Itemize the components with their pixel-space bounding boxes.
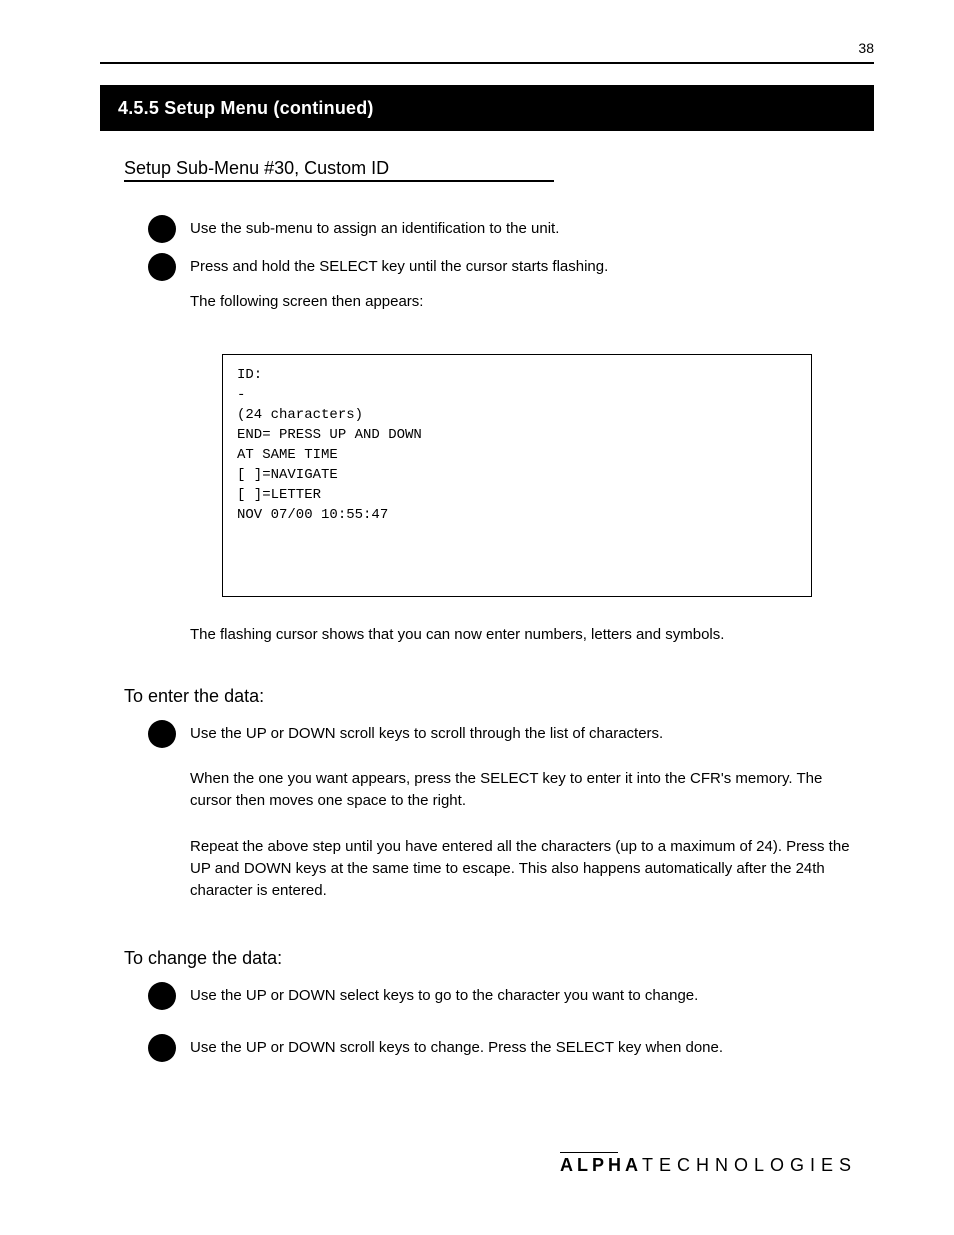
sub-text: The following screen then appears: bbox=[190, 291, 858, 313]
bullet-icon bbox=[148, 720, 176, 748]
section-bar: 4.5.5 Setup Menu (continued) bbox=[100, 85, 874, 131]
footer-logo: ALPHATECHNOLOGIES bbox=[560, 1152, 880, 1176]
bullet-text: Press and hold the SELECT key until the … bbox=[190, 253, 608, 278]
paragraph: Repeat the above step until you have ent… bbox=[190, 836, 858, 902]
page-number: 38 bbox=[858, 40, 874, 56]
post-box-text: The flashing cursor shows that you can n… bbox=[190, 624, 858, 646]
footer-bold: ALPHA bbox=[560, 1155, 642, 1175]
bullet-icon bbox=[148, 215, 176, 243]
footer-overline bbox=[560, 1152, 618, 1153]
code-display-box: ID: - (24 characters) END= PRESS UP AND … bbox=[222, 354, 812, 597]
subsection-title-enter: To enter the data: bbox=[124, 686, 264, 707]
footer-rest: TECHNOLOGIES bbox=[642, 1155, 857, 1175]
bullet-icon bbox=[148, 982, 176, 1010]
bullet-item: Press and hold the SELECT key until the … bbox=[148, 253, 858, 281]
subsection-title-change: To change the data: bbox=[124, 948, 282, 969]
bullet-item: Use the UP or DOWN select keys to go to … bbox=[148, 982, 858, 1010]
bullet-icon bbox=[148, 253, 176, 281]
bullet-text: Use the UP or DOWN select keys to go to … bbox=[190, 982, 698, 1007]
section-bar-title: 4.5.5 Setup Menu (continued) bbox=[118, 98, 374, 119]
bullet-text: Use the UP or DOWN scroll keys to change… bbox=[190, 1034, 723, 1059]
bullet-item: Use the UP or DOWN scroll keys to change… bbox=[148, 1034, 858, 1062]
bullet-icon bbox=[148, 1034, 176, 1062]
bullet-text: Use the sub-menu to assign an identifica… bbox=[190, 215, 559, 240]
bullet-item: Use the UP or DOWN scroll keys to scroll… bbox=[148, 720, 858, 748]
top-rule bbox=[100, 62, 874, 64]
section-title: Setup Sub-Menu #30, Custom ID bbox=[124, 158, 389, 179]
bullet-item: Use the sub-menu to assign an identifica… bbox=[148, 215, 858, 243]
section-underline bbox=[124, 180, 554, 182]
bullet-text: Use the UP or DOWN scroll keys to scroll… bbox=[190, 720, 663, 745]
paragraph: When the one you want appears, press the… bbox=[190, 768, 858, 812]
